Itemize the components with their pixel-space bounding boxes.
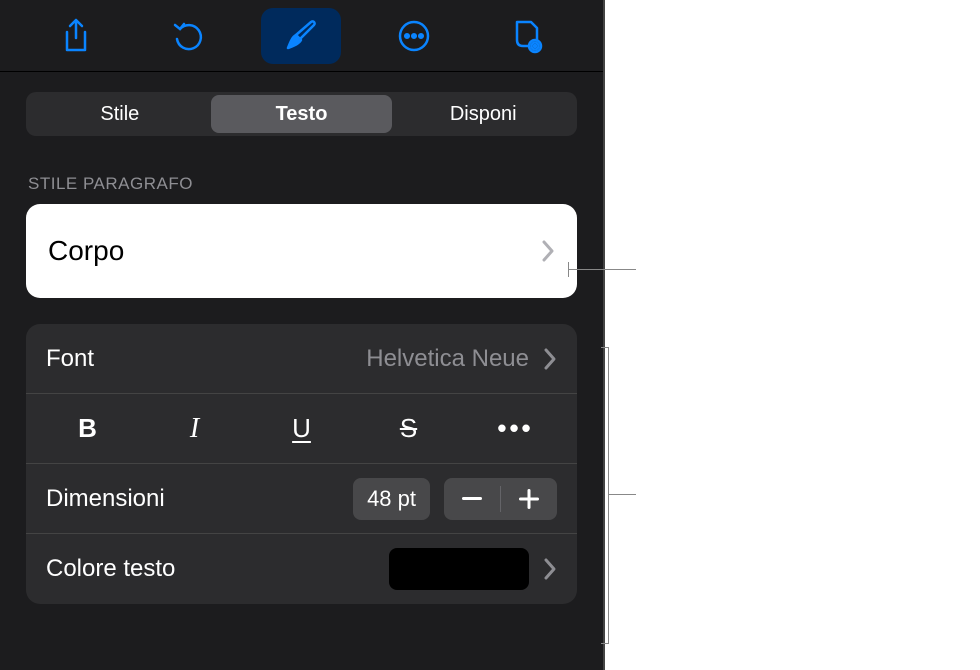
chevron-right-icon xyxy=(543,347,557,371)
callout-line xyxy=(608,494,636,495)
size-row: Dimensioni 48 pt xyxy=(26,464,577,534)
italic-button[interactable]: I xyxy=(141,394,248,463)
font-row[interactable]: Font Helvetica Neue xyxy=(26,324,577,394)
strikethrough-button[interactable]: S xyxy=(355,394,462,463)
font-value: Helvetica Neue xyxy=(366,345,529,373)
size-decrease-button[interactable] xyxy=(444,478,500,520)
callout-tick xyxy=(601,347,609,348)
more-circle-icon xyxy=(397,19,431,53)
size-value[interactable]: 48 pt xyxy=(353,478,430,520)
undo-button[interactable] xyxy=(149,8,229,64)
callout-line xyxy=(568,269,636,270)
size-label: Dimensioni xyxy=(46,485,353,513)
tab-style[interactable]: Stile xyxy=(29,95,211,133)
inspector-tabs: Stile Testo Disponi xyxy=(26,92,577,136)
callout-tick xyxy=(568,262,569,277)
document-icon xyxy=(511,18,543,54)
callout-tick xyxy=(601,643,609,644)
undo-icon xyxy=(172,19,206,53)
toolbar xyxy=(0,0,603,72)
text-color-swatch[interactable] xyxy=(389,548,529,590)
paragraph-style-value: Corpo xyxy=(48,235,124,267)
font-label: Font xyxy=(46,345,366,373)
document-button[interactable] xyxy=(487,8,567,64)
more-button[interactable] xyxy=(374,8,454,64)
text-color-row[interactable]: Colore testo xyxy=(26,534,577,604)
tab-text[interactable]: Testo xyxy=(211,95,393,133)
more-format-button[interactable]: ••• xyxy=(462,394,569,463)
text-color-label: Colore testo xyxy=(46,555,389,583)
font-group: Font Helvetica Neue B I U S ••• Dimensio… xyxy=(26,324,577,604)
callout-bracket xyxy=(608,347,609,643)
paragraph-style-row[interactable]: Corpo xyxy=(26,204,577,298)
share-icon xyxy=(61,18,91,54)
size-increase-button[interactable] xyxy=(501,478,557,520)
format-panel: Stile Testo Disponi STILE PARAGRAFO Corp… xyxy=(0,0,605,670)
tab-arrange[interactable]: Disponi xyxy=(392,95,574,133)
share-button[interactable] xyxy=(36,8,116,64)
minus-icon xyxy=(462,497,482,501)
paragraph-style-label: STILE PARAGRAFO xyxy=(28,174,575,194)
format-button[interactable] xyxy=(261,8,341,64)
brush-icon xyxy=(283,18,319,54)
chevron-right-icon xyxy=(541,239,555,263)
underline-button[interactable]: U xyxy=(248,394,355,463)
plus-icon xyxy=(519,489,539,509)
size-stepper xyxy=(444,478,557,520)
format-row: B I U S ••• xyxy=(26,394,577,464)
bold-button[interactable]: B xyxy=(34,394,141,463)
chevron-right-icon xyxy=(543,557,557,581)
